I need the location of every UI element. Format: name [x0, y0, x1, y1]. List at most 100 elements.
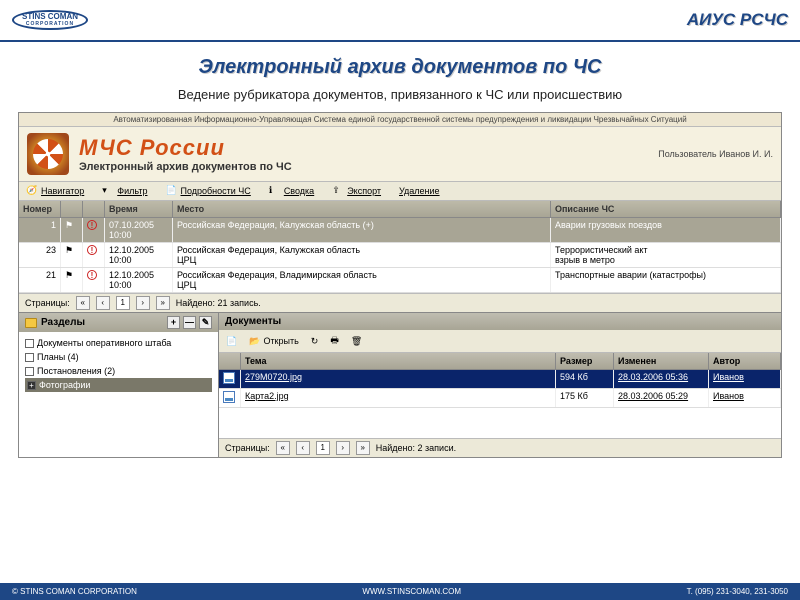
doc-link[interactable]: 279M0720.jpg — [245, 372, 302, 382]
col-desc[interactable]: Описание ЧС — [551, 201, 781, 217]
page-title: Электронный архив документов по ЧС — [79, 161, 292, 173]
footer-center: WWW.STINSCOMAN.COM — [362, 587, 461, 596]
docs-pager-current[interactable]: 1 — [316, 441, 330, 455]
grid-header: Номер Время Место Описание ЧС — [19, 201, 781, 218]
docs-col-auth[interactable]: Автор — [709, 353, 781, 369]
pager-next[interactable]: › — [136, 296, 150, 310]
docs-header: Документы — [219, 313, 781, 330]
table-row[interactable]: 21⚑!12.10.2005 10:00Российская Федерация… — [19, 268, 781, 293]
app-window: Автоматизированная Информационно-Управля… — [18, 112, 782, 458]
col-time[interactable]: Время — [105, 201, 173, 217]
grid-body: 1⚑!07.10.2005 10:00Российская Федерация,… — [19, 218, 781, 293]
filter-button[interactable]: ▾Фильтр — [99, 184, 150, 198]
table-row[interactable]: 23⚑!12.10.2005 10:00Российская Федерация… — [19, 243, 781, 268]
warning-icon: ! — [87, 270, 97, 280]
pager-last[interactable]: » — [156, 296, 170, 310]
docs-new-button[interactable]: 📄 — [223, 335, 240, 348]
doc-link[interactable]: Карта2.jpg — [245, 391, 289, 401]
docs-grid-body: 279M0720.jpg594 Кб28.03.2006 05:36Иванов… — [219, 370, 781, 408]
docs-refresh-button[interactable]: ↻ — [308, 335, 322, 348]
main-pager: Страницы: « ‹ 1 › » Найдено: 21 запись. — [19, 293, 781, 312]
slide-title: Электронный архив документов по ЧС — [0, 56, 800, 79]
warning-icon: ! — [87, 220, 97, 230]
flag-icon: ⚑ — [65, 270, 75, 280]
app-header: МЧС России Электронный архив документов … — [19, 127, 781, 182]
docs-col-size[interactable]: Размер — [556, 353, 614, 369]
flag-icon: ⚑ — [65, 245, 75, 255]
docs-pager-prev[interactable]: ‹ — [296, 441, 310, 455]
docs-col-icon — [219, 353, 241, 369]
sections-title: Разделы — [41, 317, 85, 328]
section-edit-button[interactable]: ― — [183, 316, 196, 329]
document-icon — [223, 372, 235, 384]
section-del-button[interactable]: ✎ — [199, 316, 212, 329]
docs-open-button[interactable]: 📂 Открыть — [246, 335, 302, 348]
corp-sub: CORPORATION — [22, 22, 78, 28]
col-place[interactable]: Место — [173, 201, 551, 217]
footer-right: Т. (095) 231-3040, 231-3050 — [687, 587, 788, 596]
warning-icon: ! — [87, 245, 97, 255]
document-icon — [223, 391, 235, 403]
table-row[interactable]: 1⚑!07.10.2005 10:00Российская Федерация,… — [19, 218, 781, 243]
sections-panel: Разделы + ― ✎ Документы оперативного шта… — [19, 313, 219, 457]
slide-header: STINS COMAN CORPORATION АИУС РСЧС — [0, 0, 800, 42]
docs-pager-last[interactable]: » — [356, 441, 370, 455]
flag-icon: ⚑ — [65, 220, 75, 230]
docs-title: Документы — [225, 316, 281, 327]
tree-item-label: Постановления (2) — [37, 366, 115, 376]
tree-item[interactable]: Постановления (2) — [25, 364, 212, 378]
col-warn — [83, 201, 105, 217]
tree-item[interactable]: Документы оперативного штаба — [25, 336, 212, 350]
nav-button[interactable]: 🧭Навигатор — [23, 184, 87, 198]
system-title: АИУС РСЧС — [687, 10, 788, 30]
docs-tool1-button[interactable]: 🖶 — [327, 332, 342, 350]
docs-pager-first[interactable]: « — [276, 441, 290, 455]
tree-item-label: Документы оперативного штаба — [37, 338, 171, 348]
docs-toolbar: 📄 📂 Открыть ↻ 🖶 🗑 — [219, 330, 781, 353]
docs-pager-next[interactable]: › — [336, 441, 350, 455]
checkbox[interactable] — [25, 339, 34, 348]
expand-icon[interactable]: + — [27, 381, 36, 390]
docs-tool2-button[interactable]: 🗑 — [348, 335, 365, 348]
docs-col-theme[interactable]: Тема — [241, 353, 556, 369]
user-info: Пользователь Иванов И. И. — [658, 149, 773, 159]
pager-found: Найдено: 21 запись. — [176, 298, 261, 308]
docs-row[interactable]: 279M0720.jpg594 Кб28.03.2006 05:36Иванов — [219, 370, 781, 389]
pager-current[interactable]: 1 — [116, 296, 130, 310]
docs-pager-found: Найдено: 2 записи. — [376, 443, 456, 453]
compass-icon: 🧭 — [26, 185, 38, 197]
summary-button[interactable]: ℹСводка — [266, 184, 317, 198]
tree-item-label: Фотографии — [39, 380, 90, 390]
app-banner: Автоматизированная Информационно-Управля… — [19, 113, 781, 127]
export-button[interactable]: ⇪Экспорт — [329, 184, 384, 198]
slide-subtitle: Ведение рубрикатора документов, привязан… — [0, 87, 800, 102]
sections-header: Разделы + ― ✎ — [19, 313, 218, 332]
user-name: Иванов И. И. — [719, 149, 773, 159]
main-toolbar: 🧭Навигатор ▾Фильтр 📄Подробности ЧС ℹСвод… — [19, 182, 781, 201]
details-button[interactable]: 📄Подробности ЧС — [162, 184, 253, 198]
delete-button[interactable]: Удаление — [396, 184, 443, 198]
col-flag — [61, 201, 83, 217]
org-title: МЧС России — [79, 135, 292, 161]
bottom-split: Разделы + ― ✎ Документы оперативного шта… — [19, 312, 781, 457]
user-label: Пользователь — [658, 149, 716, 159]
pager-first[interactable]: « — [76, 296, 90, 310]
tree-item[interactable]: Планы (4) — [25, 350, 212, 364]
folder-icon — [25, 318, 37, 328]
tree-item[interactable]: +Фотографии — [25, 378, 212, 392]
checkbox[interactable] — [25, 367, 34, 376]
docs-row[interactable]: Карта2.jpg175 Кб28.03.2006 05:29Иванов — [219, 389, 781, 408]
section-add-button[interactable]: + — [167, 316, 180, 329]
pager-label: Страницы: — [25, 298, 70, 308]
pager-prev[interactable]: ‹ — [96, 296, 110, 310]
footer-left: © STINS COMAN CORPORATION — [12, 587, 137, 596]
checkbox[interactable] — [25, 353, 34, 362]
docs-col-mod[interactable]: Изменен — [614, 353, 709, 369]
docs-panel: Документы 📄 📂 Открыть ↻ 🖶 🗑 Тема Размер … — [219, 313, 781, 457]
tree-item-label: Планы (4) — [37, 352, 79, 362]
export-icon: ⇪ — [332, 185, 344, 197]
funnel-icon: ▾ — [102, 185, 114, 197]
docs-pager: Страницы: « ‹ 1 › » Найдено: 2 записи. — [219, 438, 781, 457]
col-num[interactable]: Номер — [19, 201, 61, 217]
info-icon: ℹ — [269, 185, 281, 197]
